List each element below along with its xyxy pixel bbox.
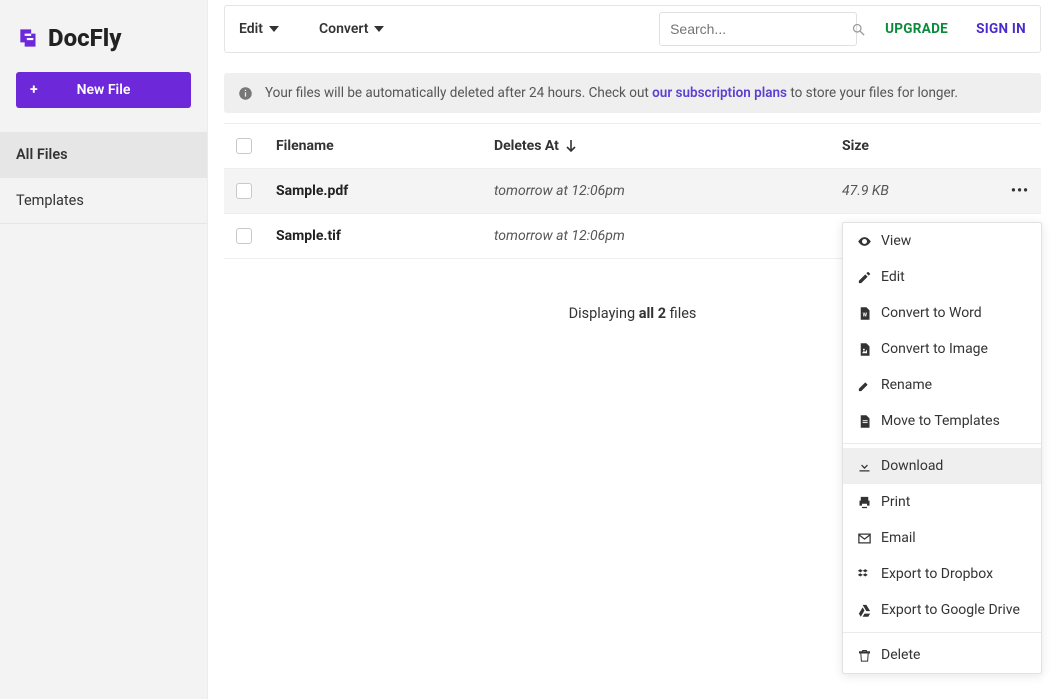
- sidebar-item-all-files[interactable]: All Files: [0, 132, 207, 178]
- main: Edit Convert UPGRADE SIGN IN Your files: [208, 0, 1057, 699]
- signin-link[interactable]: SIGN IN: [976, 21, 1026, 37]
- menu-item-move-templates[interactable]: Move to Templates: [843, 403, 1041, 439]
- pencil-icon: [857, 378, 881, 393]
- menu-item-view[interactable]: View: [843, 223, 1041, 259]
- menu-item-convert-image[interactable]: Convert to Image: [843, 331, 1041, 367]
- menu-item-print[interactable]: Print: [843, 484, 1041, 520]
- row-filename: Sample.tif: [276, 228, 494, 244]
- print-icon: [857, 495, 881, 510]
- envelope-icon: [857, 531, 881, 546]
- sort-down-icon: [566, 140, 576, 152]
- menu-divider: [843, 632, 1041, 633]
- banner-text-after: to store your files for longer.: [787, 85, 958, 101]
- row-deletes-at: tomorrow at 12:06pm: [494, 183, 842, 199]
- new-file-button[interactable]: + New File: [16, 72, 191, 108]
- trash-icon: [857, 648, 881, 663]
- eye-icon: [857, 234, 881, 249]
- menu-item-email[interactable]: Email: [843, 520, 1041, 556]
- brand-logo-icon: [16, 25, 42, 51]
- convert-menu[interactable]: Convert: [319, 21, 384, 37]
- row-deletes-at: tomorrow at 12:06pm: [494, 228, 842, 244]
- download-icon: [857, 459, 881, 474]
- row-checkbox[interactable]: [236, 183, 252, 199]
- search-icon[interactable]: [851, 22, 866, 37]
- new-file-label: New File: [77, 82, 131, 98]
- menu-item-edit[interactable]: Edit: [843, 259, 1041, 295]
- info-icon: [238, 86, 253, 101]
- edit-menu[interactable]: Edit: [239, 21, 279, 37]
- row-filename: Sample.pdf: [276, 183, 494, 199]
- menu-item-rename[interactable]: Rename: [843, 367, 1041, 403]
- subscription-link[interactable]: our subscription plans: [652, 85, 787, 101]
- upgrade-link[interactable]: UPGRADE: [885, 21, 948, 37]
- brand-name: DocFly: [48, 24, 121, 52]
- search-input[interactable]: [670, 21, 851, 37]
- table-header-row: Filename Deletes At Size: [224, 123, 1041, 169]
- file-word-icon: W: [857, 306, 881, 321]
- info-banner: Your files will be automatically deleted…: [224, 73, 1041, 113]
- file-image-icon: [857, 342, 881, 357]
- toolbar: Edit Convert UPGRADE SIGN IN: [224, 5, 1041, 53]
- menu-divider: [843, 443, 1041, 444]
- menu-item-convert-word[interactable]: W Convert to Word: [843, 295, 1041, 331]
- header-deletes-at[interactable]: Deletes At: [494, 138, 842, 154]
- sidebar: DocFly + New File All Files Templates: [0, 0, 208, 699]
- select-all-checkbox[interactable]: [236, 138, 252, 154]
- menu-item-delete[interactable]: Delete: [843, 637, 1041, 673]
- sidebar-item-templates[interactable]: Templates: [0, 178, 207, 224]
- row-more-actions[interactable]: •••: [995, 183, 1029, 199]
- menu-item-export-gdrive[interactable]: Export to Google Drive: [843, 592, 1041, 628]
- header-size[interactable]: Size: [842, 138, 995, 154]
- pencil-square-icon: [857, 270, 881, 285]
- dropbox-icon: [857, 567, 881, 582]
- table-row[interactable]: Sample.pdf tomorrow at 12:06pm 47.9 KB •…: [224, 169, 1041, 214]
- file-icon: [857, 414, 881, 429]
- more-icon: •••: [1011, 183, 1029, 199]
- brand-logo[interactable]: DocFly: [0, 16, 207, 72]
- plus-icon: +: [30, 82, 38, 98]
- caret-down-icon: [269, 26, 279, 32]
- google-drive-icon: [857, 603, 881, 618]
- caret-down-icon: [374, 26, 384, 32]
- header-filename[interactable]: Filename: [276, 138, 494, 154]
- context-menu: View Edit W Convert to Word Convert to I…: [842, 222, 1042, 674]
- menu-item-export-dropbox[interactable]: Export to Dropbox: [843, 556, 1041, 592]
- menu-item-download[interactable]: Download: [843, 448, 1041, 484]
- search-box: [659, 12, 857, 46]
- row-checkbox[interactable]: [236, 228, 252, 244]
- row-size: 47.9 KB: [842, 183, 995, 199]
- banner-text-before: Your files will be automatically deleted…: [265, 85, 652, 101]
- svg-text:W: W: [863, 312, 868, 318]
